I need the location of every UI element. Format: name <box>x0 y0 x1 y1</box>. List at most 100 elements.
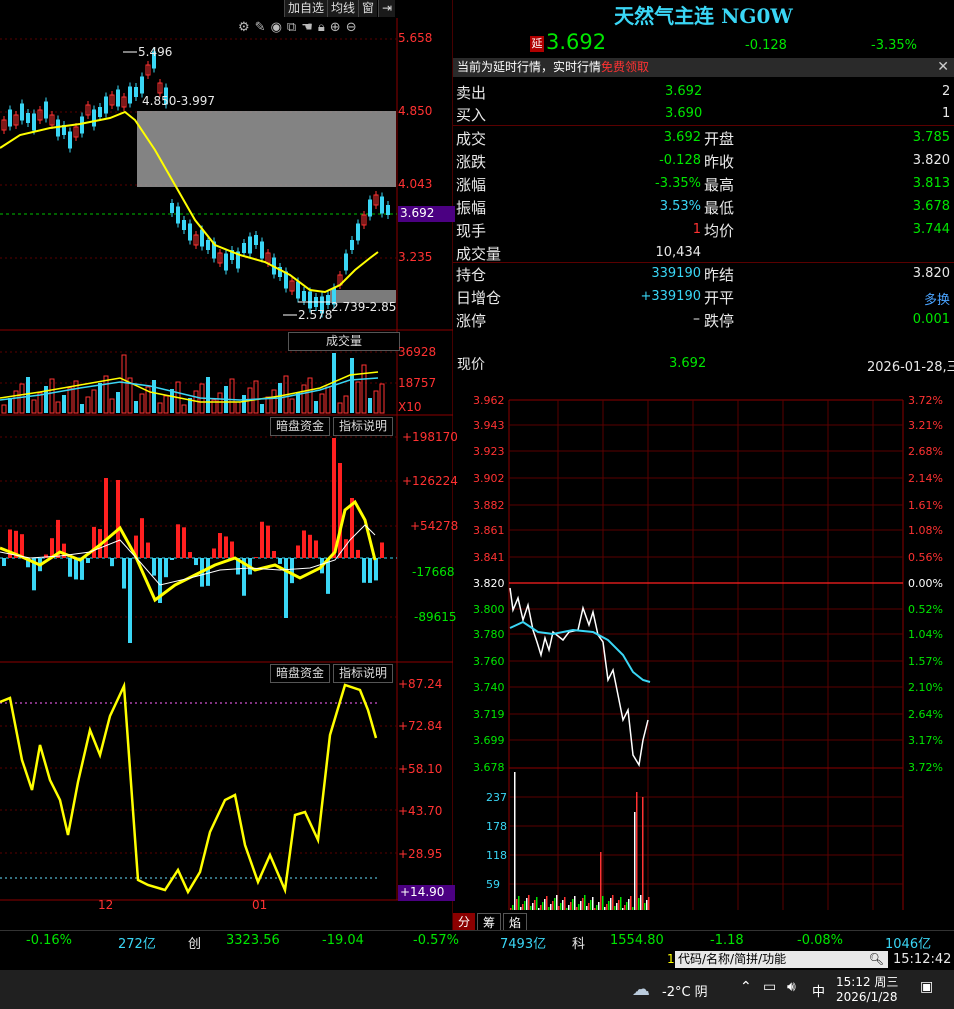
intraday-pct-axis: 0.00% <box>908 577 943 590</box>
intraday-volume-bar <box>540 905 542 910</box>
status-value: 3323.56 <box>226 933 280 948</box>
price-axis-label: 3.235 <box>398 250 433 264</box>
intraday-volume-bar <box>530 906 532 910</box>
notification-icon[interactable]: ▣ <box>920 979 933 995</box>
volume-bar <box>355 381 361 414</box>
candle <box>32 113 36 131</box>
quote-label: 涨停 <box>456 312 487 330</box>
intraday-volume-bar <box>544 899 546 910</box>
volume-bar <box>157 402 163 414</box>
chevron-up-icon[interactable]: ⌃ <box>740 979 752 995</box>
free-upgrade-link[interactable]: 免费领取 <box>601 60 649 74</box>
copy-icon[interactable]: ⧉ <box>287 20 301 35</box>
candle <box>44 101 48 119</box>
search-input[interactable]: 代码/名称/简拼/功能 🔍︎ <box>675 951 888 968</box>
candle <box>260 241 264 259</box>
fund-bar <box>284 558 288 618</box>
intraday-volume-bar <box>608 901 610 910</box>
ask-volume: 2 <box>942 84 951 99</box>
window-button[interactable]: 窗 <box>358 0 378 17</box>
lock-icon[interactable]: 🔒︎ <box>318 20 330 35</box>
chart-tools-bar[interactable]: ⚙✎◉⧉☚🔒︎⊕⊖ <box>238 20 362 35</box>
intraday-volume-bar <box>642 797 644 910</box>
intraday-price-axis: 3.760 <box>473 655 505 668</box>
quote-label: 跌停 <box>704 312 735 330</box>
weather-text[interactable]: -2°C 阴 <box>662 981 708 1000</box>
quote-label: 开平 <box>704 289 735 307</box>
volume-bar <box>325 386 331 414</box>
fund-bar <box>296 545 300 558</box>
fund-bar <box>176 524 180 558</box>
status-value: -19.04 <box>322 933 364 948</box>
cloud-icon[interactable]: ☁ <box>632 979 650 1000</box>
volume-axis-label: 36928 <box>398 345 437 359</box>
zoom-out-icon[interactable]: ⊖ <box>346 20 362 35</box>
kline-chart-area[interactable]: 加自选 均线 窗 ⇥ ⚙✎◉⧉☚🔒︎⊕⊖ 5.658 4.850 4.043 3… <box>0 0 458 930</box>
intraday-chart[interactable] <box>453 380 954 910</box>
intraday-volume-bar <box>640 895 642 910</box>
network-icon[interactable]: ▭ <box>763 979 776 995</box>
volume-indicator-button[interactable]: 成交量 <box>288 332 400 351</box>
quote-row: 成交 3.692 开盘 3.785 <box>453 126 954 149</box>
candle <box>104 96 108 114</box>
taskbar-time[interactable]: 15:12 周三 <box>836 973 898 990</box>
search-icon[interactable]: 🔍︎ <box>869 951 884 968</box>
fund-bar <box>140 518 144 558</box>
volume-bar <box>1 404 7 414</box>
intraday-price-axis: 3.861 <box>473 524 505 537</box>
intraday-volume-bar <box>550 904 552 910</box>
dark-pool-funds-button-2[interactable]: 暗盘资金 <box>270 664 331 683</box>
intraday-volume-bar <box>626 902 628 910</box>
intraday-volume-bar <box>610 898 612 910</box>
indicator-help-button-2[interactable]: 指标说明 <box>333 664 394 683</box>
quote-value: 3.678 <box>912 199 950 214</box>
hand-icon[interactable]: ☚ <box>301 20 318 35</box>
osc-current-tag: +14.90 <box>398 885 455 901</box>
eye-icon[interactable]: ◉ <box>271 20 287 35</box>
exit-icon[interactable]: ⇥ <box>378 0 396 17</box>
volume-icon[interactable]: 🔊︎ <box>787 979 796 995</box>
taskbar-date[interactable]: 2026/1/28 <box>836 990 898 1004</box>
quote-row: 涨跌 -0.128 昨收 3.820 <box>453 149 954 172</box>
dark-pool-funds-button[interactable]: 暗盘资金 <box>270 417 331 436</box>
tab-minute[interactable]: 分 <box>453 913 475 930</box>
intraday-price-axis: 3.820 <box>473 577 505 590</box>
draw-icon[interactable]: ✎ <box>255 20 271 35</box>
volume-bar <box>80 404 84 413</box>
volume-bar <box>229 378 235 414</box>
intraday-volume-bar <box>518 896 520 910</box>
indicator-help-button[interactable]: 指标说明 <box>333 417 394 436</box>
volume-bar <box>350 358 354 413</box>
close-icon[interactable]: ✕ <box>937 58 949 77</box>
intraday-price-axis: 3.678 <box>473 761 505 774</box>
volume-bar <box>49 378 55 414</box>
ime-indicator[interactable]: 中 <box>812 981 825 1000</box>
intraday-price: 3.692 <box>669 356 707 371</box>
intraday-pct-axis: 3.72% <box>908 761 943 774</box>
avg-line-button[interactable]: 均线 <box>327 0 359 17</box>
fund-bar <box>308 534 312 558</box>
quote-value: 3.692 <box>663 130 701 145</box>
intraday-pct-axis: 2.14% <box>908 472 943 485</box>
range-bottom-note: 2.739-2.85 <box>331 300 397 314</box>
zoom-in-icon[interactable]: ⊕ <box>330 20 346 35</box>
add-watchlist-button[interactable]: 加自选 <box>284 0 328 17</box>
osc-axis-label: +72.84 <box>398 719 443 733</box>
quote-value: 3.820 <box>912 153 950 168</box>
candle <box>248 236 252 254</box>
intraday-price-label: 现价 <box>457 357 485 373</box>
intraday-volume-bar <box>534 900 536 910</box>
quote-value: 3.744 <box>912 222 950 237</box>
volume-bar <box>373 390 379 414</box>
status-value: -0.57% <box>413 933 459 948</box>
kline-chart-canvas[interactable] <box>0 0 453 930</box>
candle <box>254 235 258 245</box>
volume-bar <box>301 384 307 414</box>
settings-icon[interactable]: ⚙ <box>238 20 255 35</box>
intraday-volume-bar <box>546 896 548 910</box>
intraday-pct-axis: 0.52% <box>908 603 943 616</box>
candle <box>140 76 144 94</box>
intraday-volume-bar <box>512 905 514 910</box>
quote-label: 成交 <box>456 130 487 148</box>
intraday-volume-bar <box>556 895 558 910</box>
